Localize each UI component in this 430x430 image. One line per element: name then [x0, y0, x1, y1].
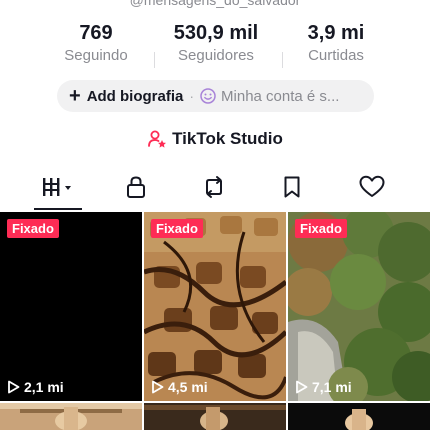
person-star-icon [147, 129, 167, 149]
tab-liked[interactable] [342, 170, 402, 208]
stats-divider [282, 52, 283, 68]
video-grid: Fixado 2,1 mi Fixado 4,5 mi Fixado 7,1 m… [0, 212, 430, 430]
heart-icon [359, 175, 385, 204]
profile-username: @mensagens_do_salvador [129, 0, 301, 8]
stat-followers[interactable]: 530,9 mil Seguidores [158, 22, 274, 66]
tiktok-studio-button[interactable]: TikTok Studio [0, 126, 430, 152]
play-icon [152, 380, 164, 394]
pinned-badge: Fixado [151, 219, 203, 238]
thumbnail-image [144, 403, 286, 430]
tiktok-studio-label: TikTok Studio [172, 129, 283, 148]
repost-icon [201, 175, 227, 204]
tab-videos[interactable] [28, 170, 88, 208]
thumbnail-image [144, 212, 286, 401]
stat-following[interactable]: 769 Seguindo [46, 22, 146, 66]
lock-icon [125, 175, 147, 204]
video-thumbnail[interactable]: Fixado 7,1 mi [288, 212, 430, 401]
view-count: 4,5 mi [151, 379, 208, 395]
view-count-text: 7,1 mi [312, 379, 352, 395]
play-icon [296, 380, 308, 394]
thumbnail-image [0, 403, 142, 430]
likes-label: Curtidas [308, 47, 364, 64]
view-count: 2,1 mi [7, 379, 64, 395]
video-thumbnail[interactable] [288, 403, 430, 430]
following-count: 769 [79, 22, 113, 44]
smiley-icon [200, 88, 216, 104]
video-thumbnail[interactable] [144, 403, 286, 430]
pinned-badge: Fixado [295, 219, 347, 238]
thumbnail-image [288, 212, 430, 401]
video-thumbnail[interactable] [0, 403, 142, 430]
stat-likes[interactable]: 3,9 mi Curtidas [290, 22, 382, 66]
pinned-badge: Fixado [7, 219, 59, 238]
video-thumbnail[interactable]: Fixado 4,5 mi [144, 212, 286, 401]
view-count-text: 4,5 mi [168, 379, 208, 395]
followers-label: Seguidores [178, 47, 254, 64]
likes-count: 3,9 mi [307, 22, 365, 44]
followers-count: 530,9 mil [173, 22, 259, 44]
bio-pill[interactable]: + Add biografia · Minha conta é s... [57, 80, 374, 112]
thumbnail-image [288, 403, 430, 430]
active-tab-indicator [34, 208, 82, 210]
tab-saved[interactable] [262, 170, 322, 208]
grid-videos-icon [40, 176, 76, 203]
view-count-text: 2,1 mi [24, 379, 64, 395]
plus-icon: + [69, 85, 81, 107]
bio-separator: · [189, 88, 195, 104]
bookmark-icon [282, 175, 302, 204]
account-type-button[interactable]: Minha conta é s... [221, 88, 339, 105]
stats-divider [154, 52, 155, 68]
following-label: Seguindo [64, 47, 128, 64]
profile-stats: 769 Seguindo 530,9 mil Seguidores 3,9 mi… [0, 22, 430, 68]
add-bio-button[interactable]: Add biografia [87, 88, 184, 105]
play-icon [8, 380, 20, 394]
view-count: 7,1 mi [295, 379, 352, 395]
profile-tabs [0, 170, 430, 212]
tab-reposts[interactable] [184, 170, 244, 208]
video-thumbnail[interactable]: Fixado 2,1 mi [0, 212, 142, 401]
tab-private[interactable] [106, 170, 166, 208]
